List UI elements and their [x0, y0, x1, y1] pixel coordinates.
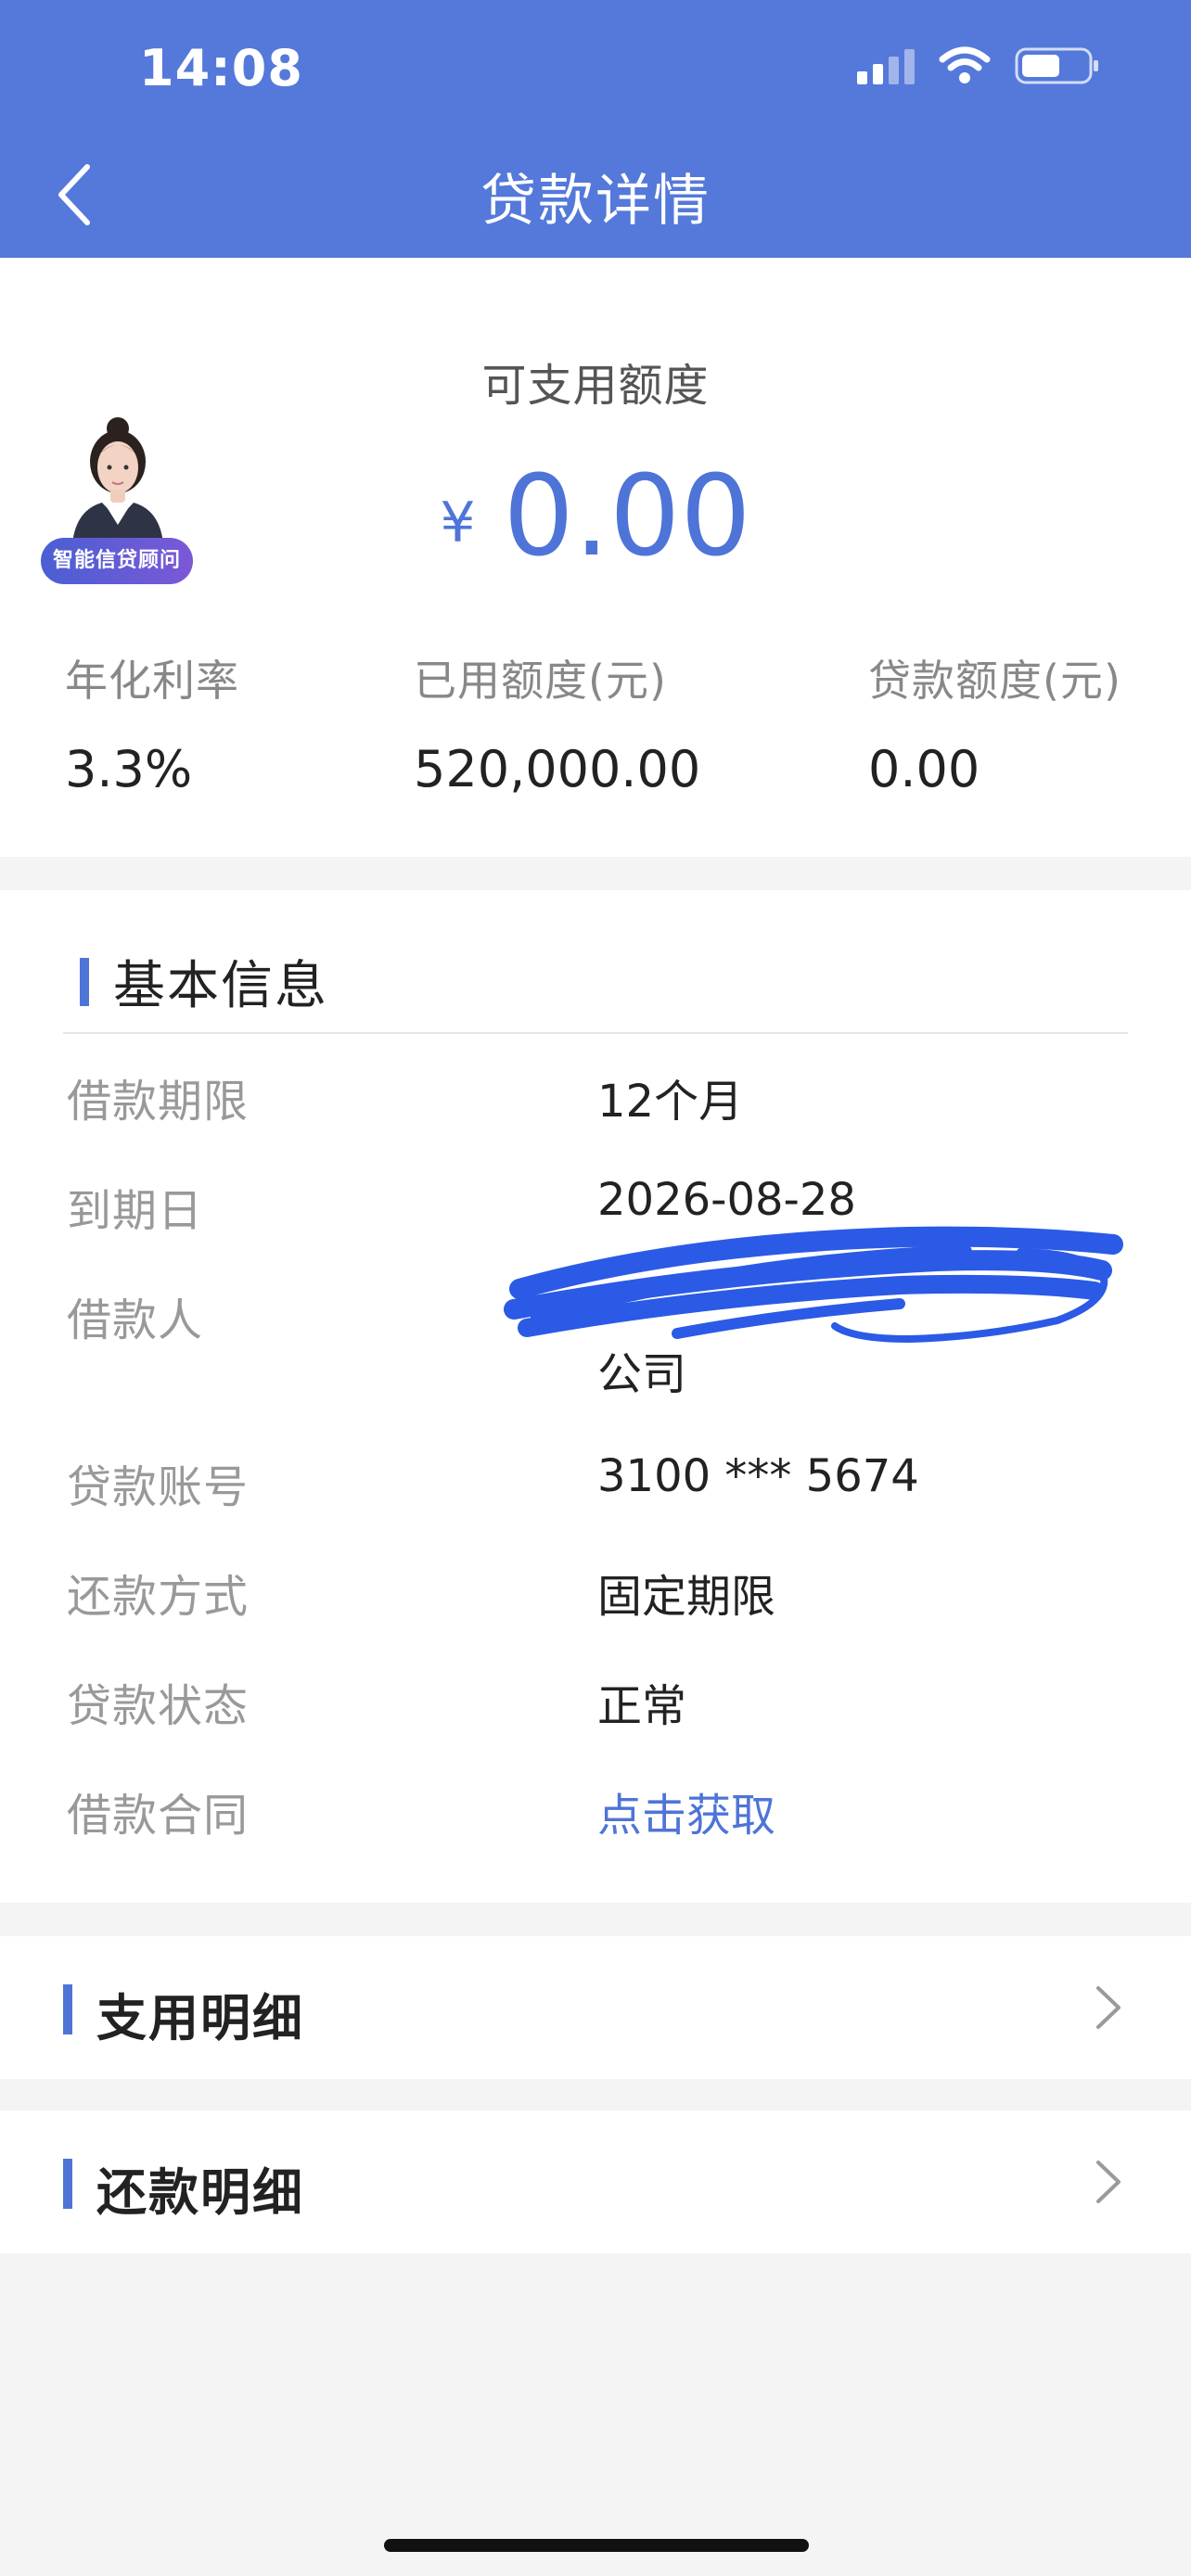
info-key: 借款合同: [67, 1790, 250, 1842]
redaction-scribble: [504, 1226, 1123, 1343]
available-amount-value: 0.00: [503, 453, 751, 581]
info-value: 3100 *** 5674: [597, 1450, 919, 1502]
stat-label: 已用额度(元): [414, 656, 667, 706]
info-key: 贷款状态: [67, 1680, 250, 1732]
app-header: 14:08 贷款详情: [0, 0, 1191, 258]
info-key: 还款方式: [67, 1571, 250, 1623]
basic-info-card: 基本信息 借款期限 12个月 到期日 2026-08-28 借款人 公司 贷款账…: [0, 890, 1191, 1903]
status-time: 14:08: [139, 39, 303, 97]
stat-value: 3.3%: [65, 740, 193, 798]
info-key: 贷款账号: [67, 1461, 250, 1513]
cellular-signal-icon: [857, 47, 915, 84]
page-title: 贷款详情: [480, 169, 711, 234]
stat-label: 贷款额度(元): [868, 656, 1121, 706]
drawdown-details-row[interactable]: 支用明细: [0, 1936, 1191, 2079]
repayment-details-label: 还款明细: [96, 2163, 304, 2222]
home-indicator[interactable]: [384, 2539, 809, 2552]
loan-summary-card: 可支用额度 ¥0.00 智能信贷顾问 年化利率 3.3% 已用额度(元) 520…: [0, 258, 1191, 857]
advisor-badge: 智能信贷顾问: [41, 538, 193, 584]
drawdown-details-label: 支用明细: [96, 1989, 304, 2047]
divider: [63, 1032, 1128, 1034]
info-value: 12个月: [597, 1076, 744, 1128]
info-key: 借款人: [67, 1294, 204, 1346]
chevron-right-icon: [1096, 2161, 1121, 2203]
smart-advisor-button[interactable]: 智能信贷顾问: [41, 414, 195, 584]
basic-info-header: 基本信息: [80, 944, 328, 1019]
info-value: 固定期限: [597, 1571, 776, 1623]
stat-label: 年化利率: [65, 656, 239, 706]
stat-loan-amount: 贷款额度(元) 0.00: [868, 647, 1121, 798]
info-key: 借款期限: [67, 1076, 250, 1128]
stat-used-amount: 已用额度(元) 520,000.00: [414, 647, 700, 798]
currency-symbol: ¥: [440, 491, 476, 555]
section-accent-bar: [63, 1984, 72, 2034]
stat-annual-rate: 年化利率 3.3%: [65, 647, 239, 798]
info-value: 正常: [597, 1680, 687, 1732]
stat-value: 520,000.00: [414, 740, 701, 798]
borrower-value: 公司: [597, 1348, 687, 1400]
repayment-details-row[interactable]: 还款明细: [0, 2111, 1191, 2253]
info-value: 2026-08-28: [597, 1174, 856, 1226]
get-contract-link[interactable]: 点击获取: [597, 1779, 775, 1843]
stat-value: 0.00: [868, 740, 980, 798]
advisor-avatar-icon: [72, 417, 163, 543]
info-key: 到期日: [67, 1185, 204, 1237]
basic-info-title: 基本信息: [113, 956, 328, 1016]
wifi-icon: [939, 46, 991, 83]
available-credit-label: 可支用额度: [481, 360, 710, 412]
battery-icon: [1015, 47, 1098, 84]
chevron-right-icon: [1096, 1986, 1121, 2029]
section-accent-bar: [63, 2159, 72, 2209]
status-icons: [857, 46, 1100, 85]
section-accent-bar: [80, 957, 89, 1006]
